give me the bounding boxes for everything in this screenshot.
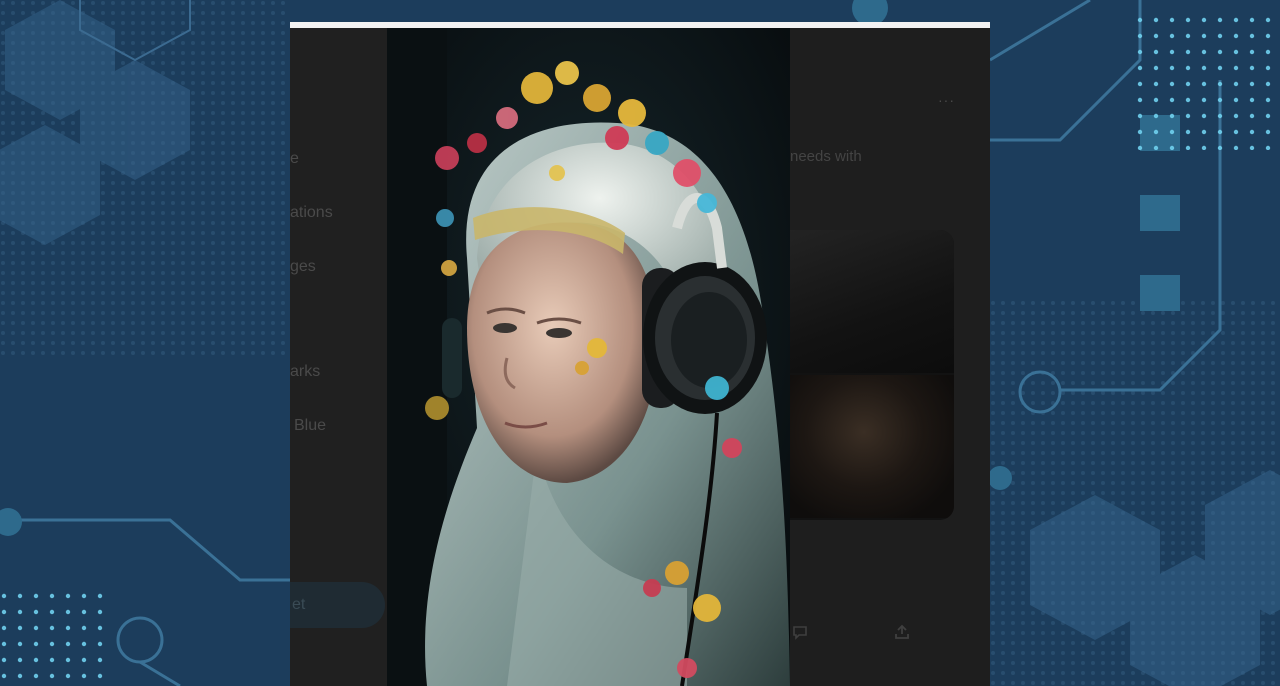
post-area: ··· needs with xyxy=(790,28,990,686)
sidebar-item-blue[interactable]: Blue xyxy=(294,417,326,435)
sidebar-item-messages[interactable]: ges xyxy=(290,258,316,276)
portrait-illustration xyxy=(387,28,790,686)
post-media-card[interactable] xyxy=(790,230,954,520)
post-button[interactable]: et xyxy=(290,582,385,628)
post-text: needs with xyxy=(790,148,862,165)
app-window: e ations ges arks Blue et ··· needs with xyxy=(290,22,990,686)
chat-bubble-icon[interactable] xyxy=(792,624,808,645)
featured-portrait-image[interactable] xyxy=(387,28,790,686)
more-options-icon[interactable]: ··· xyxy=(938,92,955,108)
share-icon[interactable] xyxy=(894,624,910,645)
media-thumb-2 xyxy=(790,375,954,518)
sidebar-item-notifications[interactable]: ations xyxy=(290,204,333,222)
media-thumb-1 xyxy=(790,230,954,373)
sidebar: e ations ges arks Blue et xyxy=(290,28,387,686)
sidebar-item-bookmarks[interactable]: arks xyxy=(290,363,320,381)
sidebar-item-explore[interactable]: e xyxy=(290,150,299,168)
